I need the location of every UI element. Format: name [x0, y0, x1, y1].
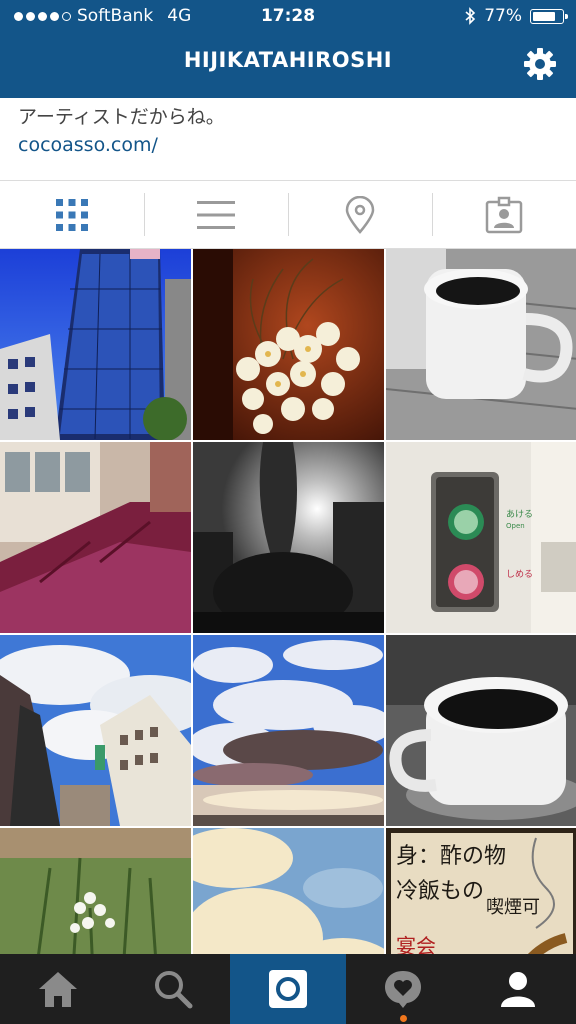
- search-icon: [154, 971, 193, 1009]
- svg-text:しめる: しめる: [506, 569, 533, 580]
- photo-grid: あける Open しめる 身：酢の物 冷飯もの 宴会 喫煙可: [0, 249, 576, 954]
- coffee-cup-photo: [386, 635, 576, 826]
- svg-text:宴会: 宴会: [396, 934, 436, 954]
- train-seats-photo: [0, 442, 191, 633]
- bluetooth-icon: [465, 7, 476, 25]
- app-header: SoftBank 4G 17:28 77% HIJIKATAHIROSHI: [0, 0, 576, 98]
- photo-thumbnail[interactable]: [386, 249, 576, 440]
- profile-username: HIJIKATAHIROSHI: [183, 48, 393, 72]
- map-pin-icon: [345, 195, 375, 234]
- view-tabs: [0, 181, 576, 249]
- photo-thumbnail[interactable]: [193, 442, 384, 633]
- photo-thumbnail[interactable]: [0, 442, 191, 633]
- website-link[interactable]: cocoasso.com/: [18, 134, 158, 156]
- photo-thumbnail[interactable]: [193, 828, 384, 954]
- tab-map-view[interactable]: [288, 181, 432, 248]
- svg-text:喫煙可: 喫煙可: [486, 897, 540, 918]
- nav-camera[interactable]: [230, 954, 346, 1024]
- svg-text:冷飯もの: 冷飯もの: [396, 879, 484, 904]
- grid-icon: [56, 198, 88, 231]
- list-icon: [197, 200, 235, 229]
- battery-icon: [530, 8, 568, 24]
- tab-grid-view[interactable]: [0, 181, 144, 248]
- svg-text:Open: Open: [506, 522, 525, 530]
- menu-board-photo: 身：酢の物 冷飯もの 宴会 喫煙可: [386, 828, 576, 954]
- nav-home[interactable]: [0, 954, 115, 1024]
- photo-thumbnail[interactable]: [386, 635, 576, 826]
- photo-thumbnail[interactable]: 身：酢の物 冷飯もの 宴会 喫煙可: [386, 828, 576, 954]
- photo-thumbnail[interactable]: [0, 249, 191, 440]
- profile-bio: アーティストだからね。 cocoasso.com/: [0, 98, 576, 181]
- home-icon: [38, 972, 77, 1007]
- tab-tagged-view[interactable]: [432, 181, 576, 248]
- elevator-buttons-photo: あける Open しめる: [386, 442, 576, 633]
- nav-profile[interactable]: [461, 954, 576, 1024]
- bio-text: アーティストだからね。: [18, 106, 225, 128]
- city-buildings-photo: [0, 635, 191, 826]
- photo-thumbnail[interactable]: [0, 828, 191, 954]
- battery-percent: 77%: [484, 6, 522, 26]
- heart-bubble-icon: [385, 971, 422, 1008]
- sky-clouds-photo: [193, 828, 384, 954]
- gear-icon[interactable]: [522, 46, 558, 82]
- profile-icon: [501, 972, 536, 1007]
- tagged-person-icon: [485, 196, 523, 233]
- coffee-mug-photo: [386, 249, 576, 440]
- clouds-sky-photo: [193, 635, 384, 826]
- photo-thumbnail[interactable]: [0, 635, 191, 826]
- orchid-flowers-photo: [193, 249, 384, 440]
- white-flower-photo: [0, 828, 191, 954]
- bottom-nav: [0, 954, 576, 1024]
- tab-list-view[interactable]: [144, 181, 288, 248]
- camera-icon: [269, 970, 307, 1008]
- nav-search[interactable]: [115, 954, 230, 1024]
- photo-thumbnail[interactable]: あける Open しめる: [386, 442, 576, 633]
- photo-thumbnail[interactable]: [193, 635, 384, 826]
- svg-text:身：酢の物: 身：酢の物: [396, 844, 506, 869]
- nav-activity[interactable]: [346, 954, 461, 1024]
- status-bar: SoftBank 4G 17:28 77%: [0, 0, 576, 34]
- svg-text:あける: あける: [506, 509, 533, 520]
- tree-sun-photo: [193, 442, 384, 633]
- notification-dot: [400, 1015, 408, 1022]
- glass-building-photo: [0, 249, 191, 440]
- photo-thumbnail[interactable]: [193, 249, 384, 440]
